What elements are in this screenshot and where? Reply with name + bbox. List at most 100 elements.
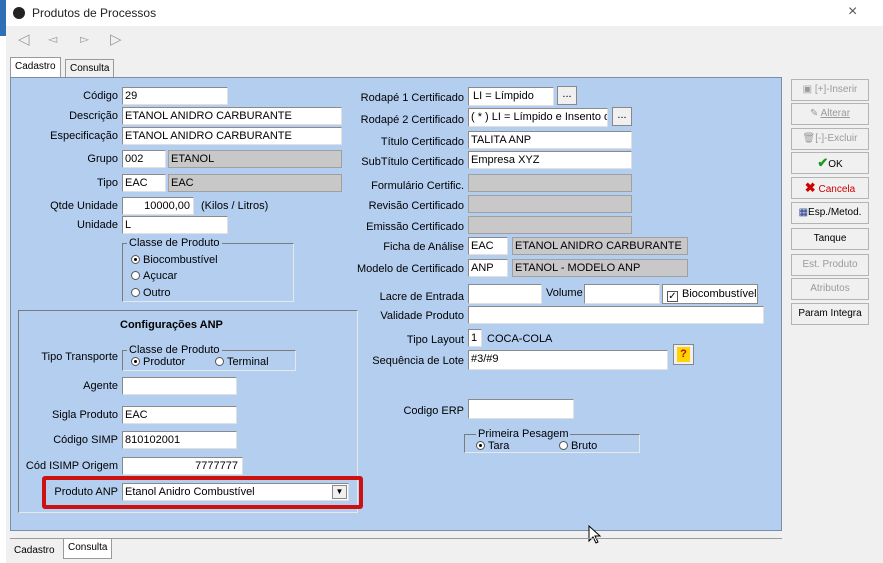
ficha-code-field[interactable]: EAC (468, 237, 508, 255)
param-integra-button[interactable]: Param Integra (791, 303, 869, 325)
trash-icon: 🗑 (802, 133, 816, 144)
rodape2-label: Rodapé 2 Certificado (360, 114, 464, 126)
help-button[interactable]: ? (673, 344, 694, 365)
insert-icon: ▣ (802, 84, 813, 95)
radio-tara[interactable]: Tara (476, 440, 509, 452)
codigo-field[interactable]: 29 (122, 87, 228, 105)
tipo-layout-name: COCA-COLA (487, 333, 553, 345)
ok-label: OK (828, 159, 843, 170)
insert-label: [+]-Inserir (814, 84, 858, 95)
isimp-label: Cód ISIMP Origem (25, 460, 118, 472)
sigla-field[interactable]: EAC (122, 406, 237, 424)
agente-field[interactable] (122, 377, 237, 395)
qtde-unit: (Kilos / Litros) (201, 200, 269, 212)
subtitulo-field[interactable]: Empresa XYZ (468, 151, 632, 169)
radio-produtor[interactable]: Produtor (131, 356, 185, 368)
produto-anp-select[interactable]: Etanol Anidro Combustível ▼ (122, 483, 349, 501)
radio-bruto[interactable]: Bruto (559, 440, 597, 452)
unidade-field[interactable]: L (122, 216, 228, 234)
radio-off-icon (215, 357, 224, 366)
x-icon: ✖ (804, 180, 816, 195)
classe-produto-legend: Classe de Produto (127, 237, 222, 249)
edit-label: Alterar (820, 108, 851, 119)
volume-field[interactable] (584, 284, 660, 304)
lacre-field[interactable] (468, 284, 542, 304)
tab-consulta-top[interactable]: Consulta (65, 59, 115, 78)
delete-button[interactable]: 🗑[-]-Excluir (791, 128, 869, 150)
erp-field[interactable] (468, 399, 574, 419)
rodape2-lookup-button[interactable]: ... (612, 107, 632, 126)
simp-label: Código SIMP (53, 434, 118, 446)
radio-on-icon (131, 357, 140, 366)
grupo-name-field: ETANOL (168, 150, 342, 168)
revisao-label: Revisão Certificado (368, 200, 464, 212)
ficha-name-field: ETANOL ANIDRO CARBURANTE (512, 237, 688, 255)
validade-label: Validade Produto (380, 310, 464, 322)
rodape1-lookup-button[interactable]: ... (557, 86, 577, 105)
mouse-cursor-icon (588, 525, 602, 544)
next-icon[interactable]: ▻ (80, 32, 89, 46)
radio-terminal[interactable]: Terminal (215, 356, 269, 368)
simp-field[interactable]: 810102001 (122, 431, 237, 449)
esp-metod-label: Esp./Metod. (808, 207, 862, 218)
insert-button[interactable]: ▣ [+]-Inserir (791, 79, 869, 101)
chevron-down-icon[interactable]: ▼ (332, 485, 347, 499)
question-icon: ? (677, 347, 690, 362)
rodape1-label: Rodapé 1 Certificado (360, 92, 464, 104)
radio-produtor-label: Produtor (143, 356, 186, 368)
close-icon[interactable]: × (848, 3, 857, 21)
checkmark-icon: ✓ (667, 291, 678, 302)
tipo-name-field: EAC (168, 174, 342, 192)
est-produto-button[interactable]: Est. Produto (791, 254, 869, 276)
radio-acucar-label: Açucar (143, 270, 178, 282)
validade-field[interactable] (468, 306, 764, 324)
tanque-button[interactable]: Tanque (791, 228, 869, 250)
qtde-label: Qtde Unidade (50, 200, 118, 212)
radio-outro-label: Outro (143, 287, 171, 299)
formulario-field (468, 174, 632, 192)
sigla-label: Sigla Produto (51, 409, 118, 421)
qtde-field[interactable]: 10000,00 (122, 197, 194, 215)
atributos-button[interactable]: Atributos (791, 278, 869, 300)
rodape1-field[interactable]: LI = Límpido (468, 87, 554, 106)
descricao-field[interactable]: ETANOL ANIDRO CARBURANTE (122, 107, 342, 125)
last-icon[interactable]: ▷ (110, 30, 122, 48)
tab-cadastro-bottom[interactable]: Cadastro (10, 542, 59, 561)
esp-metod-button[interactable]: ▦Esp./Metod. (791, 202, 869, 224)
revisao-field (468, 195, 632, 213)
tipo-transporte-label: Tipo Transporte (41, 351, 118, 363)
formulario-label: Formulário Certific. (371, 180, 464, 192)
biocombustivel-checkbox[interactable]: ✓ Biocombustível (662, 284, 758, 304)
prev-icon[interactable]: ◅ (48, 32, 57, 46)
produto-anp-value: Etanol Anidro Combustível (125, 486, 255, 498)
grupo-code-field[interactable]: 002 (122, 150, 166, 168)
edit-icon: ✎ (809, 108, 819, 119)
first-icon[interactable]: ◁ (18, 30, 30, 48)
tipo-layout-code-field[interactable]: 1 (468, 329, 482, 347)
nav-toolbar: ◁ ◅ ▻ ▷ (14, 30, 154, 52)
especificacao-field[interactable]: ETANOL ANIDRO CARBURANTE (122, 127, 342, 145)
sequencia-field[interactable]: #3/#9 (468, 350, 668, 370)
modelo-code-field[interactable]: ANP (468, 259, 508, 277)
radio-biocombustivel[interactable]: Biocombustível (131, 254, 218, 266)
tipo-code-field[interactable]: EAC (122, 174, 166, 192)
isimp-field[interactable]: 7777777 (122, 457, 243, 475)
subtitulo-label: SubTítulo Certificado (361, 156, 464, 168)
titulo-field[interactable]: TALITA ANP (468, 131, 632, 149)
cancel-button[interactable]: ✖ Cancela (791, 177, 869, 199)
radio-off-icon (559, 441, 568, 450)
check-icon: ✔ (817, 155, 829, 170)
anp-config-title: Configurações ANP (120, 319, 223, 331)
cancel-label: Cancela (818, 184, 856, 195)
tab-consulta-bottom[interactable]: Consulta (63, 538, 113, 559)
especificacao-label: Especificação (50, 130, 118, 142)
ok-button[interactable]: ✔OK (791, 152, 869, 174)
radio-outro[interactable]: Outro (131, 287, 171, 299)
title-bar: Produtos de Processos × (0, 0, 883, 26)
tab-cadastro-top[interactable]: Cadastro (10, 57, 61, 78)
rodape2-field[interactable]: ( * ) LI = Límpido e Insento de (468, 108, 608, 127)
edit-button[interactable]: ✎ Alterar (791, 103, 869, 125)
bottom-tab-strip (10, 538, 782, 539)
grupo-label: Grupo (87, 153, 118, 165)
radio-acucar[interactable]: Açucar (131, 270, 177, 282)
